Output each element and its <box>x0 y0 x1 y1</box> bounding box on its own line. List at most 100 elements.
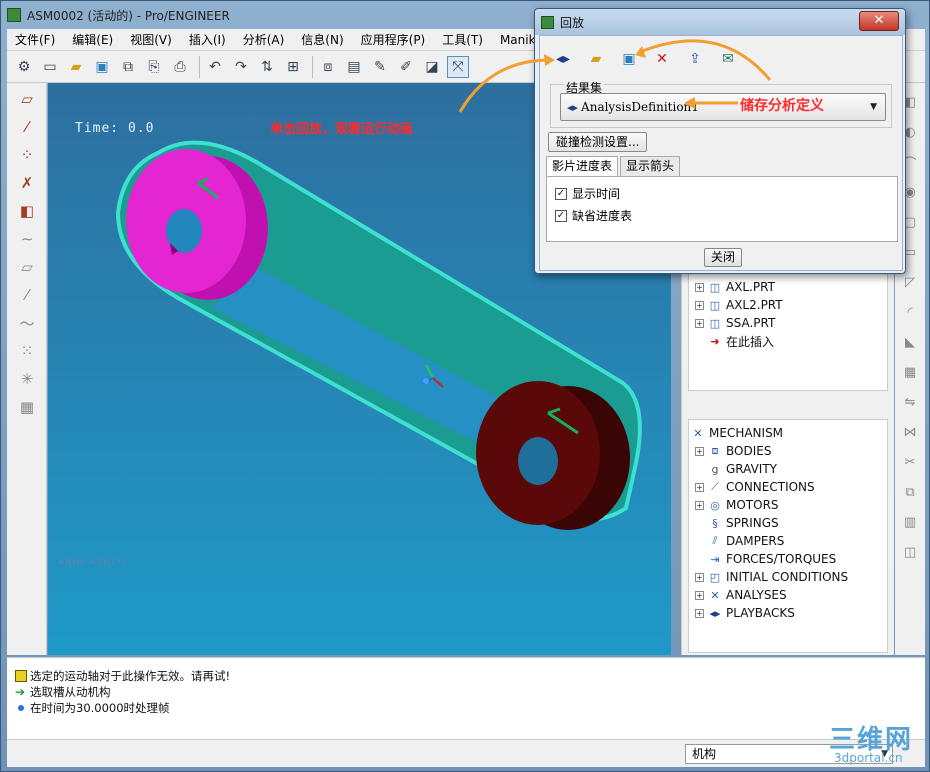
export-icon[interactable]: ⇪ <box>682 48 708 70</box>
tree-row-connections[interactable]: + ⟋ CONNECTIONS <box>695 478 815 496</box>
datum-plane-icon[interactable]: ▱ <box>13 87 41 111</box>
undo-icon[interactable]: ↶ <box>204 56 226 78</box>
view-manager-icon[interactable]: ◪ <box>421 56 443 78</box>
tab-movie-schedule[interactable]: 影片进度表 <box>546 156 619 177</box>
tree-label: CONNECTIONS <box>726 480 815 494</box>
sketch-icon[interactable]: ✐ <box>395 56 417 78</box>
drawing-icon[interactable]: ✎ <box>369 56 391 78</box>
close-button[interactable]: 关闭 <box>704 248 742 267</box>
tree-row-dampers[interactable]: ⫽ DAMPERS <box>708 532 785 550</box>
tree-label: ANALYSES <box>726 588 787 602</box>
point-icon[interactable]: ⁙ <box>13 339 41 363</box>
tree-row-axl2[interactable]: + ◫ AXL2.PRT <box>695 296 783 314</box>
expand-icon[interactable]: + <box>695 282 704 292</box>
tree-row-initial-conditions[interactable]: + ◰ INITIAL CONDITIONS <box>695 568 848 586</box>
tree-row-forces[interactable]: ⇥ FORCES/TORQUES <box>708 550 836 568</box>
playback-toolbar-icon[interactable]: ⤧ <box>447 55 469 78</box>
open-folder-icon[interactable]: ▰ <box>65 56 87 78</box>
expand-icon[interactable]: + <box>695 500 704 510</box>
datum-csys-icon[interactable]: ✗ <box>13 171 41 195</box>
delete-icon[interactable]: ✕ <box>649 48 675 70</box>
tree-row-playbacks[interactable]: + ◂▸ PLAYBACKS <box>695 604 795 622</box>
expand-icon[interactable]: + <box>695 482 704 492</box>
regenerate-icon[interactable]: ⇅ <box>256 56 278 78</box>
merge-icon[interactable]: ⋈ <box>899 421 921 443</box>
menu-file[interactable]: 文件(F) <box>15 31 55 48</box>
window-icon[interactable]: ▤ <box>343 56 365 78</box>
menu-view[interactable]: 视图(V) <box>130 31 172 48</box>
message-area: 选定的运动轴对于此操作无效。请再试! ➔ 选取槽从动机构 在时间为30.0000… <box>7 657 925 739</box>
envelope-icon[interactable]: ✉ <box>715 48 741 70</box>
model-tree[interactable]: + ◫ AXL.PRT + ◫ AXL2.PRT + ◫ SSA.PRT ➜ 在… <box>688 273 888 391</box>
tree-row-ssa[interactable]: + ◫ SSA.PRT <box>695 314 775 332</box>
annotation-store-analysis: 储存分析定义 <box>740 98 824 114</box>
datum-point-icon[interactable]: ⁘ <box>13 143 41 167</box>
checkbox-show-time-row[interactable]: ✓ 显示时间 <box>555 185 620 202</box>
draft-icon[interactable]: ◸ <box>899 271 921 293</box>
csys-icon[interactable]: ✳ <box>13 367 41 391</box>
collision-detection-button[interactable]: 碰撞检测设置... <box>548 132 648 152</box>
expand-icon[interactable]: + <box>695 446 704 456</box>
new-file-icon[interactable]: ▭ <box>39 56 61 78</box>
mechanism-icon[interactable]: ⚙ <box>13 56 35 78</box>
menu-tools[interactable]: 工具(T) <box>442 31 483 48</box>
axis-icon[interactable]: ⁄ <box>13 283 41 307</box>
copy-icon[interactable]: ⧉ <box>117 56 139 78</box>
table-icon[interactable]: ▦ <box>13 395 41 419</box>
menu-applications[interactable]: 应用程序(P) <box>361 31 426 48</box>
chamfer-icon[interactable]: ◣ <box>899 331 921 353</box>
offset-icon[interactable]: ⧉ <box>899 481 921 503</box>
regen-manager-icon[interactable]: ⊞ <box>282 56 304 78</box>
solidify-icon[interactable]: ◫ <box>899 541 921 563</box>
component-icon[interactable]: ⧈ <box>317 56 339 78</box>
tree-row-analyses[interactable]: + ✕ ANALYSES <box>695 586 787 604</box>
tree-row-gravity[interactable]: g GRAVITY <box>708 460 778 478</box>
trim-icon[interactable]: ✂ <box>899 451 921 473</box>
open-folder-icon[interactable]: ▰ <box>583 48 609 70</box>
tree-row-insert-here[interactable]: ➜ 在此插入 <box>708 332 774 350</box>
sketch-curve-icon[interactable]: ∼ <box>13 227 41 251</box>
expand-icon[interactable]: + <box>695 608 704 618</box>
menu-edit[interactable]: 编辑(E) <box>72 31 113 48</box>
dialog-close-button[interactable]: ✕ <box>859 11 899 31</box>
expand-icon[interactable]: + <box>695 300 704 310</box>
menu-info[interactable]: 信息(N) <box>301 31 343 48</box>
save-icon[interactable]: ▣ <box>616 48 642 70</box>
tree-row-motors[interactable]: + ◎ MOTORS <box>695 496 779 514</box>
expand-icon[interactable]: + <box>695 590 704 600</box>
paste-icon[interactable]: ⎘ <box>143 56 165 78</box>
tree-row-mechanism[interactable]: ✕ MECHANISM <box>691 424 783 442</box>
mechanism-tree[interactable]: ✕ MECHANISM + ⧈ BODIES g GRAVITY + ⟋ CON… <box>688 419 888 653</box>
checkbox-default-schedule-row[interactable]: ✓ 缺省进度表 <box>555 207 632 224</box>
plane-icon[interactable]: ▱ <box>13 255 41 279</box>
tree-row-axl[interactable]: + ◫ AXL.PRT <box>695 278 775 296</box>
save-icon[interactable]: ▣ <box>91 56 113 78</box>
round-icon[interactable]: ◜ <box>899 301 921 323</box>
expand-icon[interactable]: + <box>695 318 704 328</box>
datum-analysis-icon[interactable]: ◧ <box>13 199 41 223</box>
tree-row-springs[interactable]: § SPRINGS <box>708 514 778 532</box>
info-dot-icon <box>18 705 24 711</box>
dampers-icon: ⫽ <box>712 534 718 547</box>
checkbox-default-schedule[interactable]: ✓ <box>555 209 567 222</box>
datum-axis-icon[interactable]: ⁄ <box>13 115 41 139</box>
menu-analysis[interactable]: 分析(A) <box>243 31 285 48</box>
mirror-icon[interactable]: ⇋ <box>899 391 921 413</box>
tree-row-bodies[interactable]: + ⧈ BODIES <box>695 442 771 460</box>
redo-icon[interactable]: ↷ <box>230 56 252 78</box>
analysis-dropdown[interactable]: ◂▸ AnalysisDefinition1 ▼ <box>560 93 886 121</box>
selected-analysis: AnalysisDefinition1 <box>581 100 699 114</box>
play-icon[interactable]: ◂▸ <box>550 48 576 70</box>
tree-label: MECHANISM <box>709 426 784 440</box>
pattern-icon[interactable]: ▦ <box>899 361 921 383</box>
dialog-app-icon <box>541 15 554 29</box>
mechanism-icon: ✕ <box>693 426 703 440</box>
thicken-icon[interactable]: ▥ <box>899 511 921 533</box>
tab-display-arrows[interactable]: 显示箭头 <box>620 156 681 176</box>
expand-icon[interactable]: + <box>695 572 704 582</box>
menu-insert[interactable]: 插入(I) <box>189 31 226 48</box>
dialog-title-bar[interactable]: 回放 <box>535 9 905 35</box>
checkbox-show-time[interactable]: ✓ <box>555 187 567 200</box>
paste-special-icon[interactable]: ⎙ <box>169 56 191 78</box>
curve-icon[interactable]: 〜 <box>13 311 41 335</box>
